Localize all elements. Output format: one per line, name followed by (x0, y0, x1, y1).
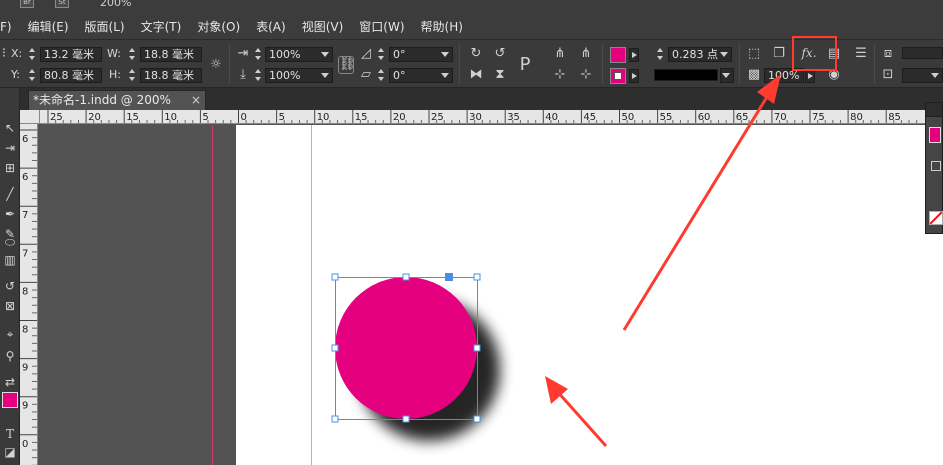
handle-bottom-center[interactable] (402, 415, 410, 423)
panel-stroke-swatch[interactable] (931, 161, 941, 171)
arrow-to-fx (622, 91, 772, 331)
arrow-to-shadow (554, 389, 608, 447)
handle-bottom-right[interactable] (473, 415, 481, 423)
panel-fill-swatch[interactable] (929, 127, 941, 143)
ellipse-object[interactable] (335, 277, 477, 419)
artwork-layer (331, 36, 837, 447)
handle-bottom-left[interactable] (331, 415, 339, 423)
indesign-window: Br St 200% F) 编辑(E) 版面(L) 文字(T) 对象(O) 表(… (0, 0, 943, 465)
fx-highlight-box (792, 36, 837, 71)
content-grabber-handle[interactable] (445, 273, 453, 281)
annotation-arrows (545, 74, 781, 447)
none-slash-icon (929, 211, 943, 225)
handle-middle-left[interactable] (331, 344, 339, 352)
handle-top-left[interactable] (331, 273, 339, 281)
arrow-head-fx (757, 74, 781, 104)
none-swatch-icon[interactable] (929, 211, 943, 225)
swatches-panel (925, 102, 943, 234)
handle-top-right[interactable] (473, 273, 481, 281)
handle-top-center[interactable] (402, 273, 410, 281)
handle-middle-right[interactable] (473, 344, 481, 352)
panel-header[interactable] (926, 103, 942, 117)
